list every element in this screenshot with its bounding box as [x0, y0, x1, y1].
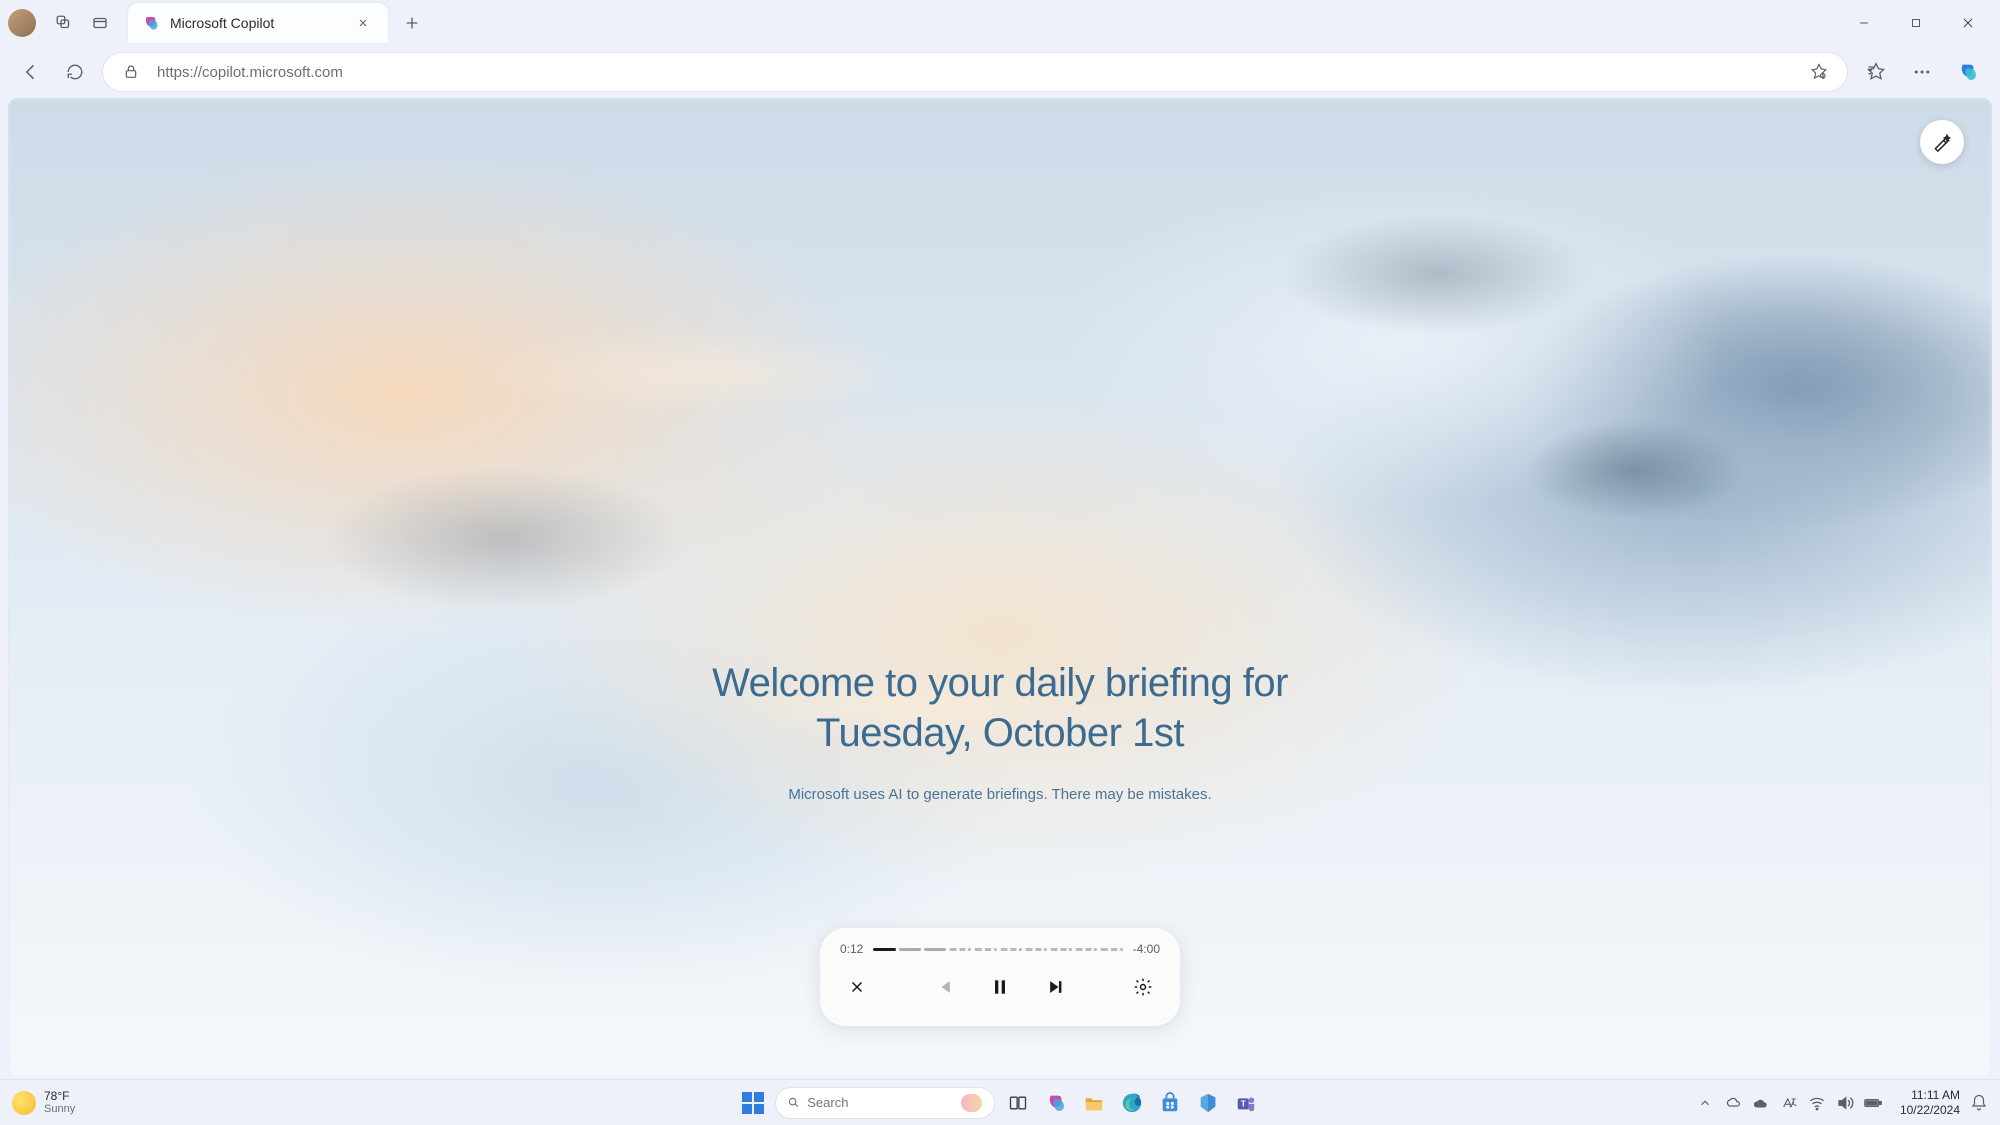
cloud-icon[interactable]: [1752, 1094, 1770, 1112]
browser-tab[interactable]: Microsoft Copilot: [128, 3, 388, 43]
remaining-time: -4:00: [1133, 942, 1160, 956]
start-button[interactable]: [739, 1089, 767, 1117]
close-player-button[interactable]: [840, 970, 874, 1004]
new-tab-button[interactable]: [394, 5, 430, 41]
language-icon[interactable]: [1780, 1094, 1798, 1112]
briefing-title-line2: Tuesday, October 1st: [816, 711, 1184, 755]
briefing-title-line1: Welcome to your daily briefing for: [712, 661, 1288, 705]
edge-button[interactable]: [1117, 1088, 1147, 1118]
site-info-icon[interactable]: [117, 58, 145, 86]
weather-condition: Sunny: [44, 1103, 75, 1115]
copilot-taskbar-button[interactable]: [1041, 1088, 1071, 1118]
url-text: https://copilot.microsoft.com: [157, 64, 1793, 81]
title-bar: Microsoft Copilot: [0, 0, 2000, 46]
search-highlight-icon: [961, 1094, 982, 1112]
shopping-icon[interactable]: [1805, 58, 1833, 86]
address-bar[interactable]: https://copilot.microsoft.com: [102, 52, 1848, 92]
date-text: 10/22/2024: [1900, 1103, 1960, 1117]
previous-button[interactable]: [927, 970, 961, 1004]
file-explorer-button[interactable]: [1079, 1088, 1109, 1118]
taskbar-center: T: [739, 1087, 1261, 1119]
next-button[interactable]: [1039, 970, 1073, 1004]
battery-icon[interactable]: [1864, 1094, 1882, 1112]
teams-button[interactable]: T: [1231, 1088, 1261, 1118]
profile-avatar[interactable]: [8, 9, 36, 37]
store-button[interactable]: [1155, 1088, 1185, 1118]
close-window-button[interactable]: [1944, 5, 1992, 41]
time-text: 11:11 AM: [1900, 1088, 1960, 1102]
window-controls: [1840, 5, 1992, 41]
task-view-button[interactable]: [1003, 1088, 1033, 1118]
refresh-button[interactable]: [58, 55, 92, 89]
favorites-button[interactable]: [1858, 54, 1894, 90]
player-settings-button[interactable]: [1126, 970, 1160, 1004]
audio-player: 0:12 -4:00: [820, 928, 1180, 1026]
copilot-sidebar-button[interactable]: [1950, 54, 1986, 90]
toolbar-right: [1858, 54, 1986, 90]
tab-title: Microsoft Copilot: [170, 15, 352, 31]
tab-actions-icon[interactable]: [82, 5, 118, 41]
center-controls: [927, 970, 1073, 1004]
progress-track[interactable]: [873, 947, 1122, 951]
search-input[interactable]: [807, 1095, 953, 1110]
minimize-button[interactable]: [1840, 5, 1888, 41]
taskbar: 78°F Sunny T: [0, 1079, 2000, 1125]
sun-icon: [12, 1091, 36, 1115]
briefing-disclaimer: Microsoft uses AI to generate briefings.…: [550, 786, 1450, 803]
onedrive-icon[interactable]: [1724, 1094, 1742, 1112]
search-icon: [788, 1095, 799, 1110]
progress-row: 0:12 -4:00: [840, 942, 1160, 956]
copilot-favicon-icon: [142, 14, 160, 32]
wifi-icon[interactable]: [1808, 1094, 1826, 1112]
elapsed-time: 0:12: [840, 942, 863, 956]
workspaces-icon[interactable]: [46, 5, 82, 41]
svg-text:T: T: [1241, 1099, 1246, 1108]
weather-temp: 78°F: [44, 1090, 75, 1103]
tray-chevron-icon[interactable]: [1696, 1094, 1714, 1112]
address-bar-row: https://copilot.microsoft.com: [0, 46, 2000, 98]
system-tray: 11:11 AM 10/22/2024: [1696, 1088, 1988, 1117]
back-button[interactable]: [14, 55, 48, 89]
volume-icon[interactable]: [1836, 1094, 1854, 1112]
notifications-icon[interactable]: [1970, 1094, 1988, 1112]
pause-button[interactable]: [983, 970, 1017, 1004]
m365-button[interactable]: [1193, 1088, 1223, 1118]
briefing-block: Welcome to your daily briefing for Tuesd…: [550, 658, 1450, 803]
more-menu-button[interactable]: [1904, 54, 1940, 90]
weather-widget[interactable]: 78°F Sunny: [12, 1090, 75, 1115]
briefing-title: Welcome to your daily briefing for Tuesd…: [550, 658, 1450, 758]
controls-row: [840, 970, 1160, 1004]
page-content: Welcome to your daily briefing for Tuesd…: [8, 98, 1992, 1078]
maximize-button[interactable]: [1892, 5, 1940, 41]
windows-logo-icon: [742, 1092, 764, 1114]
browser-chrome: Microsoft Copilot: [0, 0, 2000, 98]
customize-button[interactable]: [1920, 120, 1964, 164]
tab-close-button[interactable]: [352, 12, 374, 34]
clock[interactable]: 11:11 AM 10/22/2024: [1900, 1088, 1960, 1117]
taskbar-search[interactable]: [775, 1087, 995, 1119]
